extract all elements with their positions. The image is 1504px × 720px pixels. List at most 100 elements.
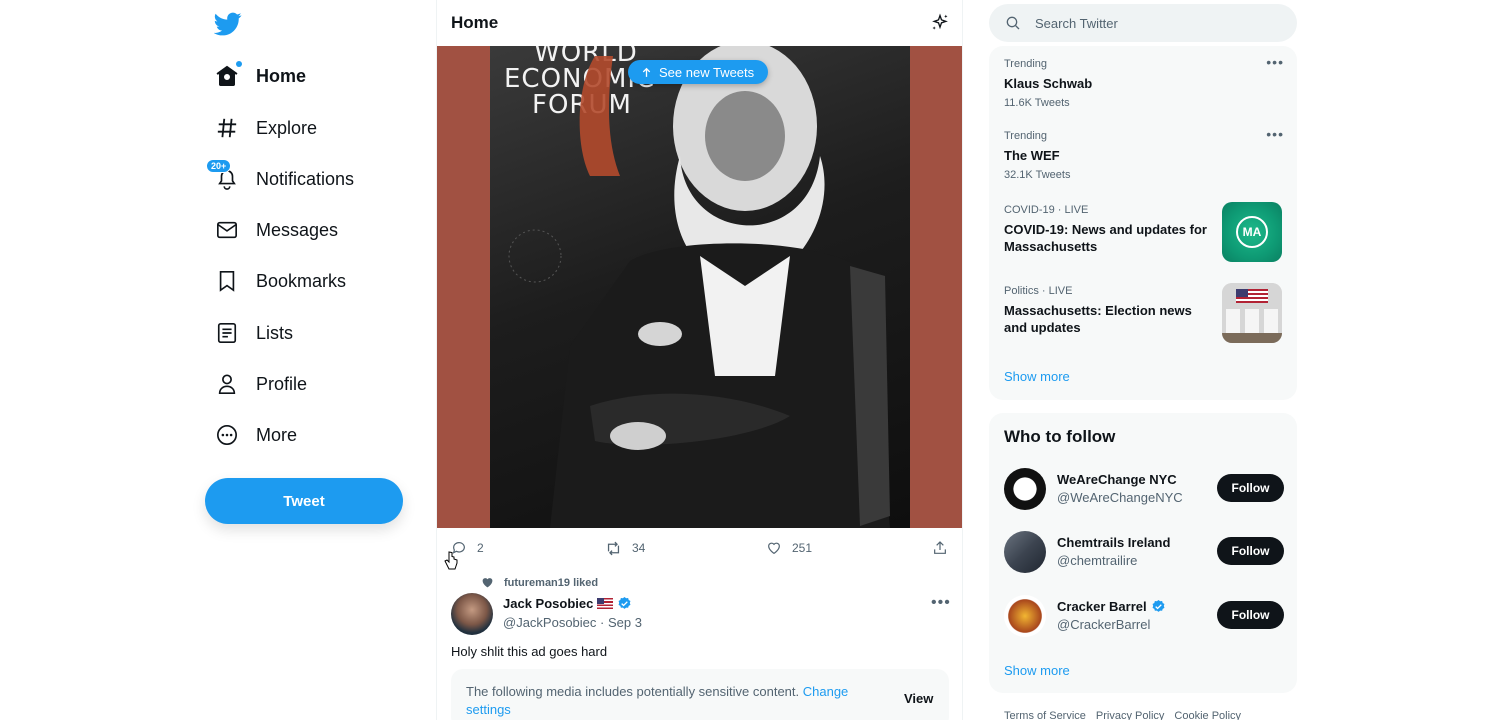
trend-item[interactable]: Politics · LIVE Massachusetts: Election … <box>1004 285 1214 336</box>
nav-label: Notifications <box>256 168 355 189</box>
retweet-button[interactable]: 34 <box>605 540 645 557</box>
follow-suggestion[interactable]: WeAreChange NYC @WeAreChangeNYC Follow <box>1004 468 1284 512</box>
wef-poster: WORLD ECONOMIC FORUM <box>490 46 910 528</box>
account-handle: @chemtrailire <box>1057 553 1138 568</box>
nav-label: Messages <box>256 219 339 240</box>
trend-item[interactable]: Trending The WEF 32.1K Tweets ••• <box>1004 126 1284 181</box>
trend-count: 32.1K Tweets <box>1004 169 1071 181</box>
tweet-actions-bar: 2 34 251 <box>437 528 962 568</box>
sensitive-warning-text: The following media includes potentially… <box>466 684 849 717</box>
author-handle[interactable]: @JackPosobiec <box>503 615 596 630</box>
nav-profile[interactable]: Profile <box>214 364 307 404</box>
account-name: WeAreChange NYC <box>1057 472 1177 487</box>
avatar[interactable] <box>1004 595 1046 637</box>
like-button[interactable]: 251 <box>766 540 812 556</box>
nav-lists[interactable]: Lists <box>214 313 293 353</box>
nav-label: Explore <box>256 117 318 138</box>
follow-suggestion[interactable]: Chemtrails Ireland @chemtrailire Follow <box>1004 531 1284 575</box>
trend-title: COVID-19: News and updates for Massachus… <box>1004 222 1207 254</box>
nav-label: Lists <box>256 322 294 343</box>
heart-filled-icon <box>482 578 493 588</box>
notification-count-badge: 20+ <box>206 159 232 173</box>
tweet-author[interactable]: Jack Posobiec <box>503 596 632 611</box>
more-circle-icon <box>214 422 240 448</box>
see-new-tweets-button[interactable]: See new Tweets <box>628 60 769 84</box>
portrait-figure <box>508 46 890 528</box>
author-name: Jack Posobiec <box>503 596 594 611</box>
arrow-up-icon <box>642 67 651 77</box>
social-context: futureman19 liked <box>481 576 598 589</box>
nav-notifications[interactable]: 20+ Notifications <box>206 159 355 199</box>
list-icon <box>214 320 240 346</box>
verified-badge-icon <box>618 596 631 609</box>
more-options-icon[interactable]: ••• <box>931 594 951 612</box>
search-box[interactable] <box>989 4 1297 42</box>
account-handle: @CrackerBarrel <box>1057 617 1151 632</box>
ma-badge: MA <box>1236 216 1268 248</box>
hand-cursor-icon <box>444 551 458 570</box>
view-media-button[interactable]: View <box>904 691 933 706</box>
heart-icon <box>768 542 780 555</box>
follow-button[interactable]: Follow <box>1217 474 1284 502</box>
right-sidebar: Trending Klaus Schwab 11.6K Tweets ••• T… <box>989 0 1297 720</box>
trend-meta: Trending <box>1004 130 1048 142</box>
sparkle-icon[interactable] <box>930 12 950 33</box>
tweet-media-image[interactable]: WORLD ECONOMIC FORUM <box>437 46 962 528</box>
nav-bookmarks[interactable]: Bookmarks <box>214 261 346 301</box>
who-to-follow-panel: Who to follow WeAreChange NYC @WeAreChan… <box>989 413 1297 693</box>
trend-meta: Politics · LIVE <box>1004 285 1073 297</box>
trend-thumbnail[interactable]: MA <box>1222 202 1282 262</box>
share-button[interactable] <box>932 540 958 556</box>
follow-suggestion[interactable]: Cracker Barrel @CrackerBarrel Follow <box>1004 595 1284 639</box>
footer-link[interactable]: Terms of Service <box>1004 710 1086 720</box>
trend-title: Klaus Schwab <box>1004 76 1093 91</box>
trend-count: 11.6K Tweets <box>1004 97 1070 109</box>
left-sidebar: Home Explore 20+ Notifications Messages … <box>200 0 430 720</box>
footer-link[interactable]: Cookie Policy <box>1174 710 1241 720</box>
hashtag-icon <box>214 115 240 141</box>
tweet-button[interactable]: Tweet <box>205 478 403 524</box>
trend-thumbnail[interactable] <box>1222 283 1282 343</box>
more-options-icon[interactable]: ••• <box>1266 54 1284 70</box>
avatar[interactable] <box>451 593 493 635</box>
home-icon <box>214 61 242 89</box>
nav-label: Profile <box>256 373 308 394</box>
follow-button[interactable]: Follow <box>1217 537 1284 565</box>
search-icon <box>1006 16 1020 30</box>
trend-meta: COVID-19 · LIVE <box>1004 204 1089 216</box>
follow-button[interactable]: Follow <box>1217 601 1284 629</box>
person-icon <box>214 371 240 397</box>
like-count: 251 <box>792 541 813 555</box>
account-handle: @WeAreChangeNYC <box>1057 490 1183 505</box>
trend-meta: Trending <box>1004 58 1048 70</box>
nav-explore[interactable]: Explore <box>214 108 317 148</box>
nav-more[interactable]: More <box>214 415 297 455</box>
footer-link[interactable]: Privacy Policy <box>1096 710 1164 720</box>
nav-messages[interactable]: Messages <box>214 210 338 250</box>
avatar[interactable] <box>1004 531 1046 573</box>
trend-title: Massachusetts: Election news and updates <box>1004 303 1192 335</box>
tweet-text: Holy shlit this ad goes hard <box>451 644 608 659</box>
reply-count: 2 <box>477 541 484 555</box>
tweet-date[interactable]: · Sep 3 <box>600 615 642 630</box>
who-to-follow-show-more-link[interactable]: Show more <box>1004 663 1070 678</box>
main-timeline: Home See new Tweets WORLD ECONOMIC FORUM <box>436 0 963 720</box>
account-name: Chemtrails Ireland <box>1057 535 1171 550</box>
retweet-count: 34 <box>632 541 646 555</box>
nav-home[interactable]: Home <box>214 56 306 96</box>
account-name: Cracker Barrel <box>1057 599 1147 614</box>
trends-panel: Trending Klaus Schwab 11.6K Tweets ••• T… <box>989 46 1297 400</box>
trend-item[interactable]: COVID-19 · LIVE COVID-19: News and updat… <box>1004 204 1214 255</box>
see-new-tweets-label: See new Tweets <box>659 64 755 80</box>
retweet-icon <box>607 541 620 555</box>
more-options-icon[interactable]: ••• <box>1266 126 1284 142</box>
timeline-header: Home <box>437 0 962 45</box>
nav-label: Home <box>256 65 307 86</box>
twitter-logo-icon[interactable] <box>213 10 242 38</box>
trend-item[interactable]: Trending Klaus Schwab 11.6K Tweets ••• <box>1004 54 1284 109</box>
avatar[interactable] <box>1004 468 1046 510</box>
trend-title: The WEF <box>1004 148 1060 163</box>
social-context-text[interactable]: futureman19 liked <box>504 577 598 589</box>
trends-show-more-link[interactable]: Show more <box>1004 369 1070 384</box>
search-input[interactable] <box>1035 15 1265 31</box>
